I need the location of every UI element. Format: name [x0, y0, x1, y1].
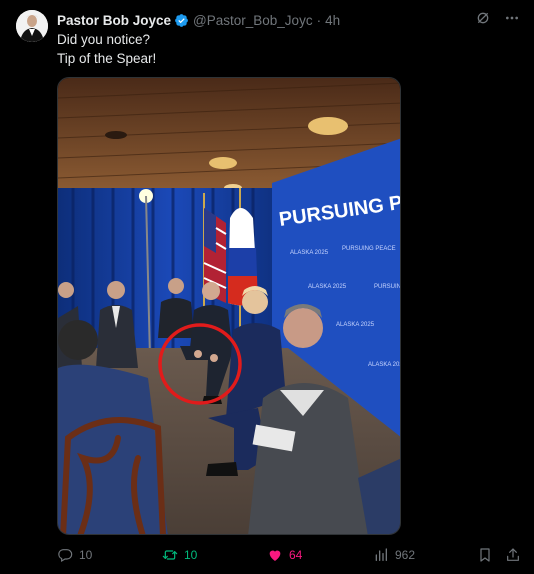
meeting-photo: PURSUING P ALASKA 2025 PURSUING PEACE AL…	[58, 78, 401, 534]
reply-icon	[58, 549, 73, 563]
heart-icon	[269, 550, 281, 561]
bookmark-icon	[480, 548, 490, 562]
avatar-image	[16, 10, 48, 42]
views-count: 962	[395, 548, 416, 562]
repost-button[interactable]: 10	[162, 545, 197, 565]
banner-small-text: PURSUING PEACE	[374, 284, 401, 290]
share-button[interactable]	[505, 545, 521, 565]
post-text-line: Did you notice?	[57, 32, 151, 47]
separator-dot: ·	[316, 12, 322, 28]
post[interactable]: Pastor Bob Joyce @Pastor_Bob_Joyc · 4h D…	[0, 0, 534, 574]
banner-location: ALASKA 2025	[368, 362, 401, 368]
repost-count: 10	[184, 548, 198, 562]
like-count: 64	[289, 548, 303, 562]
grok-icon[interactable]	[475, 10, 491, 26]
bookmark-button[interactable]	[477, 545, 493, 565]
repost-icon	[162, 550, 178, 560]
views-button[interactable]: 962	[373, 545, 415, 565]
reply-button[interactable]: 10	[57, 545, 92, 565]
reply-count: 10	[79, 548, 93, 562]
banner-location: ALASKA 2025	[290, 250, 329, 256]
share-icon	[507, 548, 519, 561]
views-icon	[375, 548, 387, 561]
post-photo[interactable]: PURSUING P ALASKA 2025 PURSUING PEACE AL…	[57, 77, 401, 535]
like-button[interactable]: 64	[267, 545, 302, 565]
avatar[interactable]	[16, 10, 48, 42]
verified-badge-icon[interactable]	[174, 13, 189, 28]
author-handle[interactable]: @Pastor_Bob_Joyc	[193, 13, 313, 28]
banner-small-text: PURSUING PEACE	[342, 246, 396, 252]
post-action-bar: 10 10 64 962	[57, 545, 522, 565]
author-display-name[interactable]: Pastor Bob Joyce	[57, 13, 171, 28]
banner-location: ALASKA 2025	[308, 284, 347, 290]
banner-location: ALASKA 2025	[336, 322, 375, 328]
post-text: Did you notice? Tip of the Spear!	[57, 31, 156, 68]
post-text-line: Tip of the Spear!	[57, 50, 157, 66]
post-top-actions	[475, 10, 520, 26]
post-time[interactable]: 4h	[325, 13, 340, 28]
post-header: Pastor Bob Joyce @Pastor_Bob_Joyc · 4h	[57, 11, 340, 29]
more-icon[interactable]	[504, 10, 520, 26]
